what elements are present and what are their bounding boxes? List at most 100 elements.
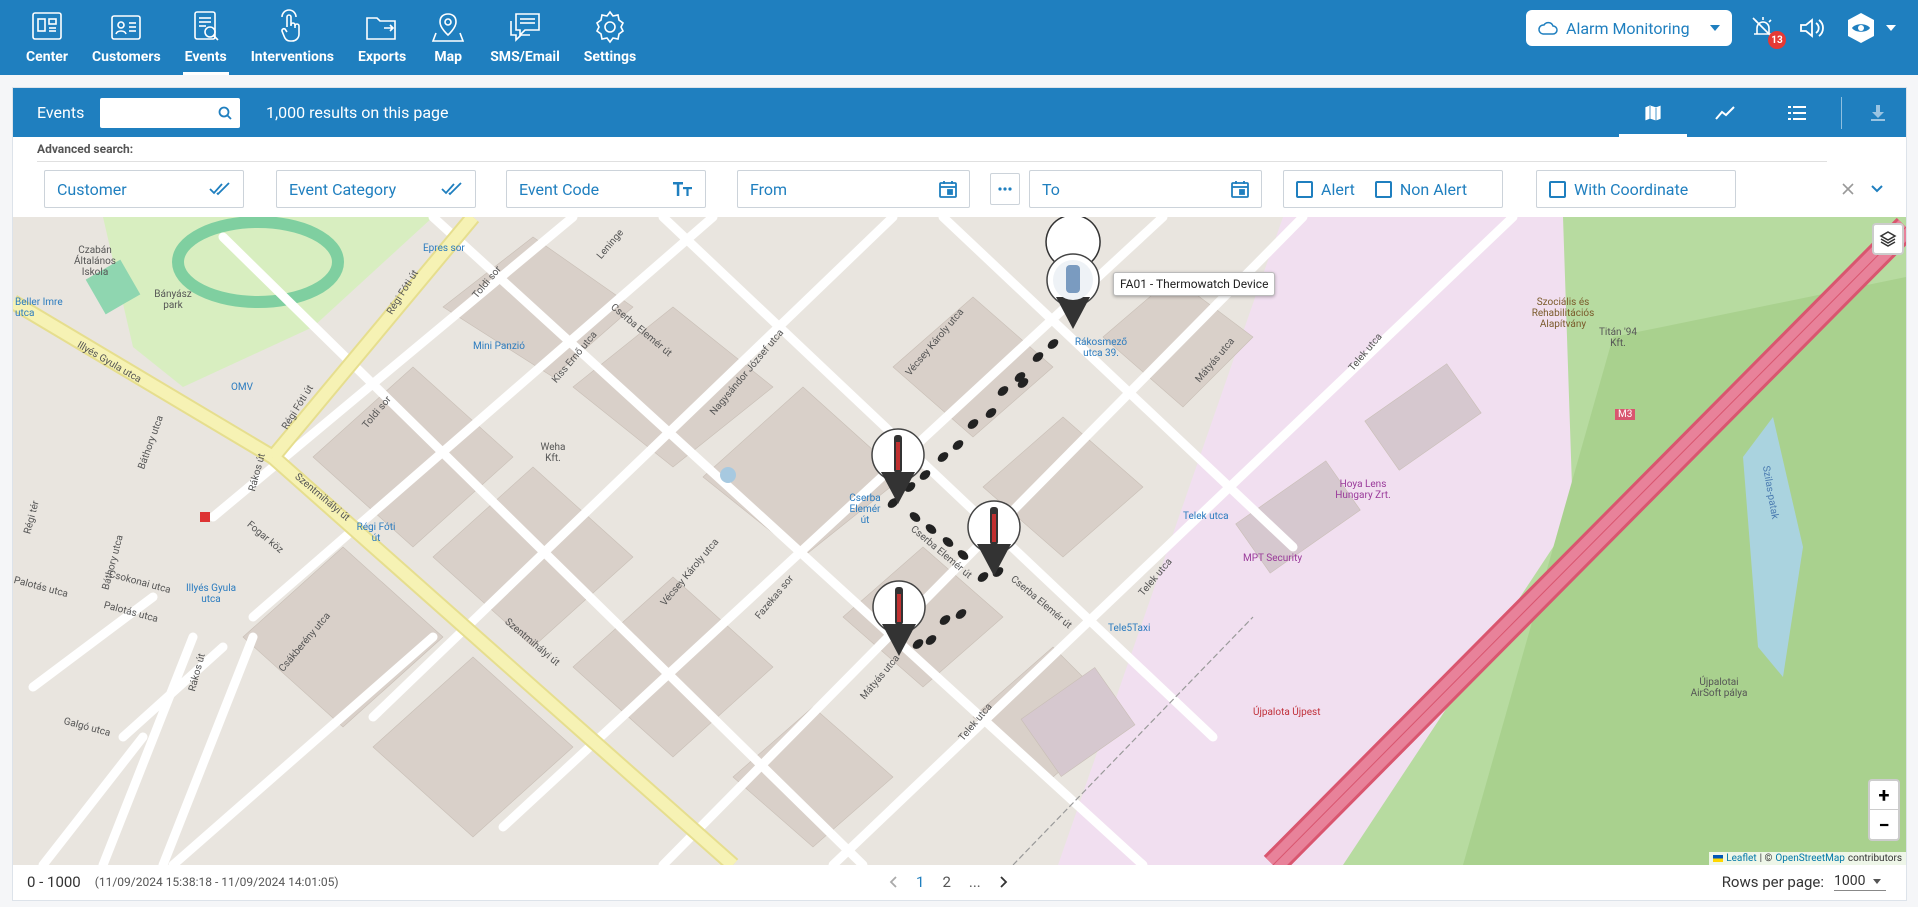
nav-sms-email-label: SMS/Email (490, 49, 560, 65)
chevron-left-icon (889, 876, 897, 888)
nav-exports-label: Exports (358, 49, 407, 65)
list-view-tab[interactable] (1761, 88, 1833, 137)
user-menu-button[interactable] (1842, 11, 1898, 45)
chevron-right-icon (1000, 876, 1008, 888)
page-2-button[interactable]: 2 (942, 873, 950, 891)
alarm-notifications-button[interactable]: 13 (1746, 11, 1786, 49)
settings-icon (595, 10, 625, 44)
customers-icon (111, 15, 142, 40)
bus-stop-label: Cserba Elemér út (849, 493, 881, 526)
rows-per-page-label: Rows per page: (1721, 873, 1824, 891)
leaflet-link[interactable]: Leaflet (1726, 853, 1756, 864)
nav-settings[interactable]: Settings (572, 0, 648, 75)
alert-label: Alert (1321, 179, 1355, 199)
events-icon (193, 11, 219, 41)
double-check-icon (441, 182, 462, 196)
nav-customers[interactable]: Customers (80, 0, 173, 75)
prev-page-button[interactable] (888, 875, 898, 889)
download-button[interactable] (1850, 88, 1906, 137)
event-code-filter[interactable]: Event Code (506, 170, 706, 208)
nav-map[interactable]: Map (418, 0, 478, 75)
map-view-icon (1644, 103, 1662, 122)
result-range: 0 - 1000 (27, 873, 81, 891)
cloud-icon (1538, 21, 1558, 35)
page-1-button[interactable]: 1 (916, 873, 924, 891)
nav-interventions[interactable]: Interventions (239, 0, 346, 75)
download-icon (1871, 104, 1885, 121)
poi-label: Rákosmező utca 39. (1074, 337, 1128, 359)
toolbar-divider (1841, 96, 1842, 129)
nav-sms-email[interactable]: SMS/Email (478, 0, 572, 75)
nav-settings-label: Settings (583, 49, 637, 65)
clear-filters-button[interactable] (1839, 180, 1857, 198)
poi-label: Hoya Lens Hungary Zrt. (1335, 479, 1391, 501)
with-coordinate-label: With Coordinate (1574, 179, 1689, 199)
with-coordinate-checkbox[interactable] (1549, 180, 1566, 198)
event-category-placeholder: Event Category (289, 179, 397, 199)
poi-label: OMV (231, 382, 253, 393)
non-alert-checkbox[interactable] (1374, 180, 1392, 198)
results-count: 1,000 results on this page (266, 103, 449, 122)
rows-per-page-select[interactable]: 1000 (1834, 873, 1886, 891)
motorway-shield: M3 (1615, 409, 1636, 420)
alert-type-filter: Alert Non Alert (1283, 170, 1503, 208)
from-date-filter[interactable]: From (737, 170, 970, 208)
map-view-tab[interactable] (1617, 88, 1689, 137)
attribution-suffix: contributors (1847, 853, 1902, 864)
events-title: Events (37, 103, 85, 122)
osm-link[interactable]: OpenStreetMap (1775, 853, 1845, 864)
map-icon (432, 13, 465, 42)
collapse-filters-button[interactable] (1868, 180, 1886, 198)
bus-stop-label: Régi Fóti út (356, 522, 396, 544)
top-right-controls: Alarm Monitoring 13 (1526, 10, 1898, 49)
next-page-button[interactable] (999, 875, 1009, 889)
non-alert-label: Non Alert (1399, 179, 1468, 199)
to-date-filter[interactable]: To (1029, 170, 1262, 208)
bus-stop-label: Illyés Gyula utca (185, 583, 237, 605)
list-icon (1788, 105, 1806, 120)
layers-button[interactable] (1872, 223, 1904, 255)
nav-interventions-label: Interventions (250, 49, 334, 65)
date-range-options-button[interactable] (990, 173, 1020, 205)
nav-events[interactable]: Events (173, 0, 239, 75)
nav-customers-label: Customers (92, 49, 161, 65)
user-avatar-icon (1848, 13, 1874, 43)
customer-filter[interactable]: Customer (44, 170, 244, 208)
divider (37, 161, 1827, 162)
alert-checkbox[interactable] (1296, 180, 1313, 198)
zoom-in-button[interactable]: + (1870, 781, 1898, 810)
calendar-icon[interactable] (1231, 180, 1249, 198)
sound-toggle-button[interactable] (1794, 11, 1828, 45)
search-icon[interactable] (218, 106, 232, 120)
event-code-placeholder: Event Code (519, 179, 600, 199)
poi-label: Weha Kft. (540, 442, 566, 464)
poi-label: Beller Imre utca (15, 297, 63, 319)
advanced-search-label: Advanced search: (37, 142, 134, 156)
chart-view-tab[interactable] (1689, 88, 1761, 137)
events-map[interactable]: Cserba Elemér út Vécsey Károly utca Nagy… (13, 217, 1906, 865)
poi-label: Szociális és Rehabilitációs Alapítvány (1531, 297, 1595, 330)
bus-stop-label: Telek utca (1183, 511, 1229, 522)
customer-filter-placeholder: Customer (57, 179, 127, 199)
zoom-control: + − (1868, 779, 1900, 841)
layers-icon (1879, 231, 1897, 247)
zoom-out-button[interactable]: − (1870, 810, 1898, 839)
nav-center[interactable]: Center (14, 0, 80, 75)
monitoring-mode-select[interactable]: Alarm Monitoring (1526, 10, 1732, 46)
nav-exports[interactable]: Exports (346, 0, 418, 75)
from-date-placeholder: From (750, 179, 788, 199)
volume-icon (1800, 18, 1824, 38)
close-icon (1842, 183, 1854, 195)
events-search-input[interactable] (100, 97, 240, 128)
poi-label: Bányász park (154, 289, 192, 311)
time-span: (11/09/2024 15:38:18 - 11/09/2024 14:01:… (94, 875, 339, 889)
poi-label: Epres sor (423, 243, 465, 254)
event-category-filter[interactable]: Event Category (276, 170, 476, 208)
pagination-footer: 0 - 1000 (11/09/2024 15:38:18 - 11/09/20… (13, 864, 1906, 900)
to-date-placeholder: To (1042, 179, 1060, 199)
calendar-icon[interactable] (939, 180, 957, 198)
center-icon (32, 12, 62, 40)
leaflet-flag-icon (1713, 855, 1724, 862)
chevron-down-icon (1873, 878, 1882, 884)
poi-label: MPT Security (1243, 553, 1303, 564)
